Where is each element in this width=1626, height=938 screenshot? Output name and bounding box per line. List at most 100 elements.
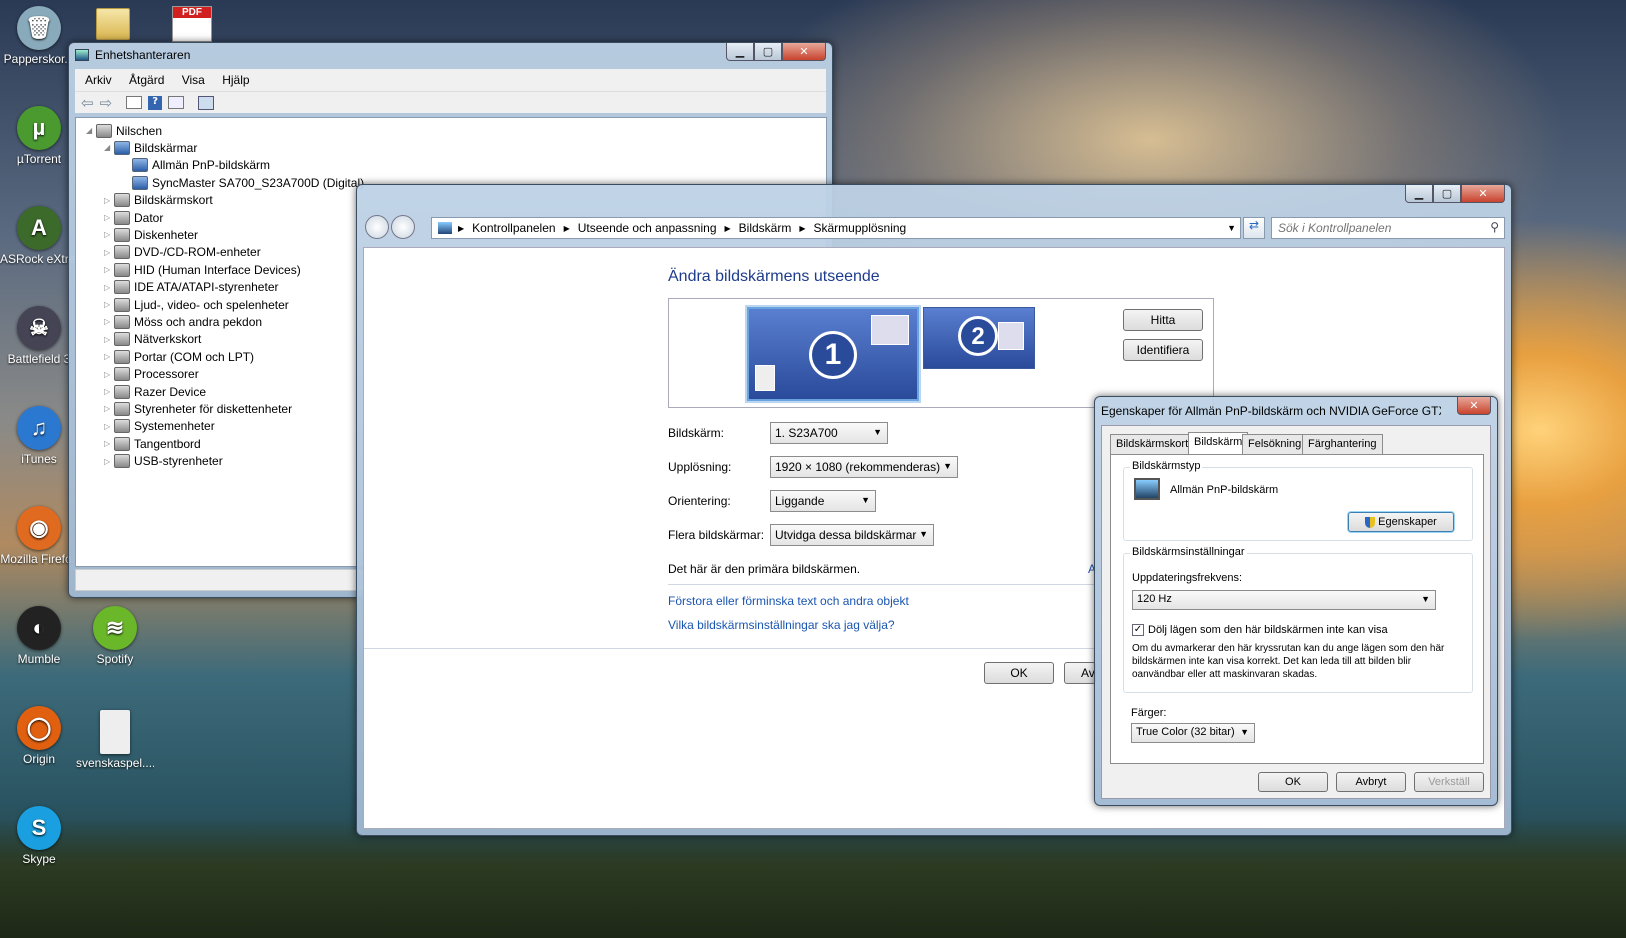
desktop-icon[interactable]: ◐ Mumble xyxy=(0,606,78,666)
menu-hjalp[interactable]: Hjälp xyxy=(222,73,249,87)
collapsed-arrow-icon[interactable]: ▷ xyxy=(104,422,114,431)
tree-item-category[interactable]: ▷ Möss och andra pekdon xyxy=(104,313,262,330)
menu-visa[interactable]: Visa xyxy=(182,73,205,87)
menu-atgard[interactable]: Åtgärd xyxy=(129,73,164,87)
tree-item-device[interactable]: SyncMaster SA700_S23A700D (Digital) xyxy=(122,174,364,191)
tree-item-category[interactable]: ▷ Styrenheter för diskettenheter xyxy=(104,400,292,417)
forward-button[interactable] xyxy=(391,215,415,239)
desktop-icon[interactable]: 🗑 Papperskor... xyxy=(0,6,78,66)
collapsed-arrow-icon[interactable]: ▷ xyxy=(104,335,114,344)
tree-item-category[interactable]: ▷ IDE ATA/ATAPI-styrenheter xyxy=(104,279,279,296)
collapsed-arrow-icon[interactable]: ▷ xyxy=(104,230,114,239)
orientation-select[interactable]: Liggande ▼ xyxy=(770,490,876,512)
folder-icon[interactable] xyxy=(96,8,130,40)
device-manager-titlebar[interactable]: Enhetshanteraren xyxy=(69,43,832,67)
text-size-link[interactable]: Förstora eller förminska text och andra … xyxy=(668,594,909,608)
show-hide-tree-icon[interactable] xyxy=(126,96,143,109)
tree-item-category[interactable]: ▷ Systemenheter xyxy=(104,418,215,435)
tree-root-computer[interactable]: ◢ Nilschen xyxy=(86,122,162,139)
search-input[interactable] xyxy=(1276,219,1476,237)
collapsed-arrow-icon[interactable]: ▷ xyxy=(104,265,114,274)
expanded-arrow-icon[interactable]: ◢ xyxy=(86,126,96,135)
monitor-2[interactable]: 2 xyxy=(923,307,1035,369)
breadcrumb-utseende[interactable]: Utseende och anpassning xyxy=(578,221,717,235)
display-settings-help-link[interactable]: Vilka bildskärmsinställningar ska jag vä… xyxy=(668,618,895,632)
maximize-button[interactable]: ▢ xyxy=(1433,185,1461,203)
tab-monitor[interactable]: Bildskärm xyxy=(1188,432,1249,454)
maximize-button[interactable]: ▢ xyxy=(754,43,782,61)
apply-button[interactable]: Verkställ xyxy=(1414,772,1484,792)
tree-item-category[interactable]: ▷ Diskenheter xyxy=(104,226,198,243)
tree-item-category[interactable]: ▷ Ljud-, video- och spelenheter xyxy=(104,296,289,313)
search-icon[interactable]: ⚲ xyxy=(1490,220,1499,234)
search-box[interactable]: ⚲ xyxy=(1271,217,1505,239)
properties-view-icon[interactable] xyxy=(168,96,185,109)
breadcrumb-bildskarm[interactable]: Bildskärm xyxy=(739,221,792,235)
display-select[interactable]: 1. S23A700 ▼ xyxy=(770,422,888,444)
collapsed-arrow-icon[interactable]: ▷ xyxy=(104,248,114,257)
close-button[interactable]: ✕ xyxy=(1457,397,1491,415)
hide-modes-checkbox[interactable]: ✓ xyxy=(1132,624,1144,636)
tree-item-category[interactable]: ▷ Tangentbord xyxy=(104,435,201,452)
cancel-button[interactable]: Avbryt xyxy=(1336,772,1406,792)
tree-item-category[interactable]: ▷ Bildskärmskort xyxy=(104,192,213,209)
desktop-icon[interactable]: S Skype xyxy=(0,806,78,866)
tree-item-category[interactable]: ▷ Nätverkskort xyxy=(104,331,201,348)
monitor-properties-button[interactable]: Egenskaper xyxy=(1348,512,1454,532)
tree-item-category[interactable]: ◢ Bildskärmar xyxy=(104,139,197,156)
collapsed-arrow-icon[interactable]: ▷ xyxy=(104,387,114,396)
tree-item-category[interactable]: ▷ Razer Device xyxy=(104,383,206,400)
desktop-icon[interactable]: ◉ Mozilla Firefox xyxy=(0,506,78,566)
back-button[interactable] xyxy=(365,215,389,239)
tree-item-category[interactable]: ▷ Dator xyxy=(104,209,163,226)
ok-button[interactable]: OK xyxy=(984,662,1054,684)
tab-color-management[interactable]: Färghantering xyxy=(1302,434,1383,454)
desktop-icon[interactable]: ◯ Origin xyxy=(0,706,78,766)
hide-modes-label[interactable]: Dölj lägen som den här bildskärmen inte … xyxy=(1148,624,1388,636)
tree-item-category[interactable]: ▷ Processorer xyxy=(104,366,199,383)
breadcrumb-kontrollpanelen[interactable]: Kontrollpanelen xyxy=(472,221,555,235)
collapsed-arrow-icon[interactable]: ▷ xyxy=(104,317,114,326)
identify-button[interactable]: Identifiera xyxy=(1123,339,1203,361)
collapsed-arrow-icon[interactable]: ▷ xyxy=(104,439,114,448)
tree-item-category[interactable]: ▷ HID (Human Interface Devices) xyxy=(104,261,301,278)
close-button[interactable]: ✕ xyxy=(1461,185,1505,203)
collapsed-arrow-icon[interactable]: ▷ xyxy=(104,352,114,361)
forward-arrow-icon[interactable]: ⇨ xyxy=(100,94,113,112)
display-properties-dialog[interactable]: Egenskaper för Allmän PnP-bildskärm och … xyxy=(1094,396,1498,806)
resolution-select[interactable]: 1920 × 1080 (rekommenderas) ▼ xyxy=(770,456,958,478)
close-button[interactable]: ✕ xyxy=(782,43,826,61)
collapsed-arrow-icon[interactable]: ▷ xyxy=(104,283,114,292)
collapsed-arrow-icon[interactable]: ▷ xyxy=(104,300,114,309)
colors-select[interactable]: True Color (32 bitar) ▼ xyxy=(1131,723,1255,743)
desktop-icon[interactable]: ≋ Spotify xyxy=(76,606,154,666)
expanded-arrow-icon[interactable]: ◢ xyxy=(104,143,114,152)
tree-item-category[interactable]: ▷ USB-styrenheter xyxy=(104,453,223,470)
desktop-icon[interactable]: svenskaspel.... xyxy=(76,710,154,770)
tab-troubleshoot[interactable]: Felsökning xyxy=(1242,434,1308,454)
tab-display-adapter[interactable]: Bildskärmskort xyxy=(1110,434,1195,454)
collapsed-arrow-icon[interactable]: ▷ xyxy=(104,457,114,466)
desktop-icon[interactable]: ♫ iTunes xyxy=(0,406,78,466)
desktop-icon[interactable]: ☠ Battlefield 3 xyxy=(0,306,78,366)
help-icon[interactable]: ? xyxy=(148,95,163,110)
scan-hardware-icon[interactable] xyxy=(198,95,215,110)
find-button[interactable]: Hitta xyxy=(1123,309,1203,331)
refresh-button[interactable]: ⇄ xyxy=(1243,217,1265,239)
minimize-button[interactable]: ▁ xyxy=(726,43,754,61)
tree-item-category[interactable]: ▷ DVD-/CD-ROM-enheter xyxy=(104,244,261,261)
refresh-rate-select[interactable]: 120 Hz ▼ xyxy=(1132,590,1436,610)
desktop-icon[interactable]: A ASRock eXtre... xyxy=(0,206,78,266)
dialog-titlebar[interactable]: Egenskaper för Allmän PnP-bildskärm och … xyxy=(1095,397,1497,421)
multiple-displays-select[interactable]: Utvidga dessa bildskärmar ▼ xyxy=(770,524,934,546)
address-dropdown-icon[interactable]: ▼ xyxy=(1227,223,1236,233)
tree-item-device[interactable]: Allmän PnP-bildskärm xyxy=(122,157,270,174)
minimize-button[interactable]: ▁ xyxy=(1405,185,1433,203)
apply-button[interactable]: Av xyxy=(1064,662,1096,684)
collapsed-arrow-icon[interactable]: ▷ xyxy=(104,213,114,222)
desktop-icon[interactable]: µ µTorrent xyxy=(0,106,78,166)
address-bar[interactable]: ▶ Kontrollpanelen ▶ Utseende och anpassn… xyxy=(431,217,1241,239)
monitor-1[interactable]: 1 xyxy=(747,307,919,401)
collapsed-arrow-icon[interactable]: ▷ xyxy=(104,404,114,413)
menu-arkiv[interactable]: Arkiv xyxy=(85,73,112,87)
